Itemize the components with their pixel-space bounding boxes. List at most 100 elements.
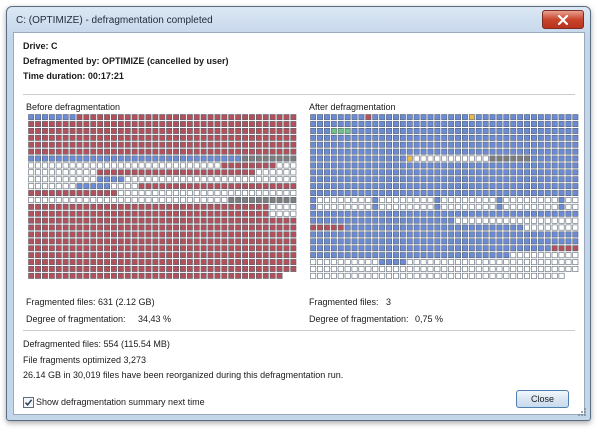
cluster-cell: [455, 121, 461, 128]
cluster-cell: [427, 141, 434, 148]
cluster-cell: [117, 155, 124, 162]
cluster-cell: [455, 238, 461, 245]
cluster-cell: [517, 231, 524, 238]
cluster-cell: [475, 203, 482, 210]
cluster-cell: [517, 252, 524, 259]
cluster-cell: [48, 169, 55, 176]
cluster-cell: [124, 272, 131, 279]
cluster-cell: [434, 190, 441, 197]
cluster-cell: [406, 114, 413, 121]
cluster-cell: [441, 162, 448, 169]
cluster-cell: [399, 183, 406, 190]
cluster-cell: [249, 210, 255, 217]
cluster-cell: [131, 231, 138, 238]
cluster-cell: [317, 252, 324, 259]
cluster-cell: [283, 252, 290, 259]
cluster-cell: [324, 210, 330, 217]
cluster-cell: [173, 148, 179, 155]
cluster-cell: [455, 114, 461, 121]
cluster-cell: [145, 259, 152, 265]
cluster-cell: [448, 238, 455, 245]
cluster-cell: [372, 121, 379, 128]
cluster-cell: [97, 114, 104, 121]
before-fragmented-files: Fragmented files: 631 (2.12 GB): [26, 297, 155, 307]
cluster-cell: [97, 169, 104, 176]
resize-grip-icon[interactable]: [577, 407, 587, 417]
cluster-cell: [249, 252, 255, 259]
cluster-cell: [221, 272, 228, 279]
cluster-cell: [42, 148, 48, 155]
cluster-cell: [537, 259, 544, 265]
cluster-cell: [517, 197, 524, 203]
cluster-cell: [242, 134, 248, 141]
cluster-cell: [104, 238, 111, 245]
cluster-cell: [462, 169, 468, 176]
cluster-cell: [62, 203, 69, 210]
cluster-cell: [551, 224, 558, 231]
cluster-cell: [531, 128, 537, 134]
cluster-cell: [35, 169, 42, 176]
cluster-cell: [207, 252, 214, 259]
cluster-cell: [420, 183, 427, 190]
cluster-cell: [413, 266, 420, 272]
cluster-cell: [207, 217, 214, 224]
cluster-cell: [290, 114, 297, 121]
cluster-cell: [399, 141, 406, 148]
cluster-cell: [214, 141, 221, 148]
cluster-cell: [269, 176, 276, 183]
cluster-cell: [358, 134, 365, 141]
cluster-cell: [427, 176, 434, 183]
window-close-button[interactable]: [542, 10, 584, 29]
cluster-cell: [242, 169, 248, 176]
cluster-cell: [537, 197, 544, 203]
show-summary-checkbox[interactable]: [23, 397, 34, 408]
cluster-cell: [117, 197, 124, 203]
cluster-cell: [448, 128, 455, 134]
cluster-cell: [475, 197, 482, 203]
cluster-cell: [337, 190, 344, 197]
cluster-cell: [117, 141, 124, 148]
cluster-cell: [131, 148, 138, 155]
cluster-cell: [551, 210, 558, 217]
cluster-cell: [62, 238, 69, 245]
cluster-cell: [235, 128, 242, 134]
cluster-cell: [379, 141, 386, 148]
cluster-cell: [83, 238, 90, 245]
title-bar[interactable]: C: (OPTIMIZE) - defragmentation complete…: [7, 7, 590, 33]
cluster-cell: [42, 183, 48, 190]
cluster-cell: [83, 252, 90, 259]
cluster-cell: [221, 169, 228, 176]
close-button[interactable]: Close: [516, 390, 569, 408]
cluster-cell: [337, 197, 344, 203]
cluster-cell: [117, 148, 124, 155]
cluster-cell: [565, 190, 572, 197]
checkmark-icon: [24, 399, 33, 406]
cluster-cell: [97, 176, 104, 183]
cluster-cell: [173, 210, 179, 217]
cluster-cell: [317, 203, 324, 210]
cluster-cell: [372, 266, 379, 272]
cluster-cell: [200, 162, 207, 169]
cluster-cell: [255, 183, 262, 190]
cluster-cell: [124, 134, 131, 141]
cluster-cell: [517, 217, 524, 224]
cluster-cell: [441, 245, 448, 252]
cluster-cell: [413, 162, 420, 169]
cluster-cell: [117, 272, 124, 279]
cluster-cell: [235, 217, 242, 224]
cluster-cell: [317, 245, 324, 252]
cluster-cell: [324, 176, 330, 183]
cluster-cell: [310, 190, 317, 197]
cluster-cell: [214, 114, 221, 121]
cluster-cell: [35, 141, 42, 148]
cluster-cell: [496, 272, 503, 279]
cluster-cell: [262, 148, 269, 155]
cluster-cell: [386, 217, 393, 224]
cluster-cell: [62, 128, 69, 134]
cluster-cell: [420, 128, 427, 134]
cluster-cell: [262, 259, 269, 265]
cluster-cell: [173, 141, 179, 148]
show-summary-label[interactable]: Show defragmentation summary next time: [36, 397, 205, 407]
cluster-cell: [221, 245, 228, 252]
cluster-cell: [413, 183, 420, 190]
